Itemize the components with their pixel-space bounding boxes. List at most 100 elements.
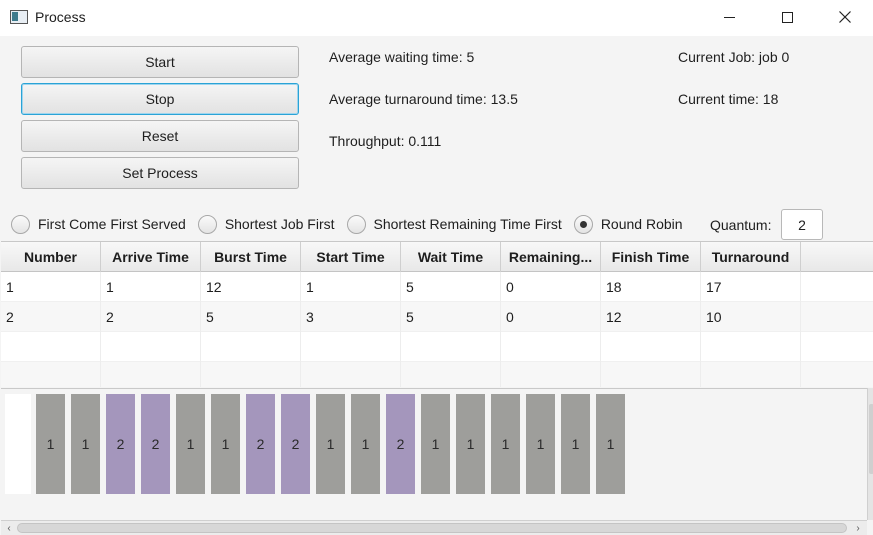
table-cell xyxy=(501,332,601,362)
radio-label: First Come First Served xyxy=(38,216,186,232)
radio-button-icon[interactable] xyxy=(346,214,366,234)
column-header[interactable]: Start Time xyxy=(301,242,401,272)
table-cell xyxy=(201,332,301,362)
set-process-button[interactable]: Set Process xyxy=(21,157,299,189)
table-cell xyxy=(801,332,873,362)
minimize-icon xyxy=(723,16,735,18)
gantt-block-process-1: 1 xyxy=(596,394,625,494)
table-cell: 5 xyxy=(401,272,501,302)
table-cell xyxy=(1,332,101,362)
table-cell: 1 xyxy=(301,272,401,302)
column-header[interactable]: Burst Time xyxy=(201,242,301,272)
horizontal-scrollbar[interactable]: ‹ › xyxy=(1,520,867,535)
current-time: Current time: 18 xyxy=(678,91,779,107)
table-row[interactable] xyxy=(1,362,873,387)
table-cell xyxy=(301,362,401,387)
column-header-filler xyxy=(801,242,873,272)
current-job: Current Job: job 0 xyxy=(678,49,790,65)
table-row[interactable]: 2 2 5 3 5 0 12 10 xyxy=(1,302,873,332)
average-turnaround-time: Average turnaround time: 13.5 xyxy=(329,91,518,107)
table-cell: 2 xyxy=(1,302,101,332)
column-header[interactable]: Number xyxy=(1,242,101,272)
table-row[interactable] xyxy=(1,332,873,362)
radio-button-selected-icon[interactable] xyxy=(573,214,593,234)
vertical-scrollbar[interactable] xyxy=(867,388,873,520)
table-cell xyxy=(601,332,701,362)
table-cell: 1 xyxy=(101,272,201,302)
gantt-chart: 11221122112111111 xyxy=(1,388,867,520)
table-cell xyxy=(1,362,101,387)
gantt-block-process-1: 1 xyxy=(526,394,555,494)
stop-button[interactable]: Stop xyxy=(21,83,299,115)
gantt-block-process-1: 1 xyxy=(351,394,380,494)
gantt-block-process-1: 1 xyxy=(421,394,450,494)
radio-sjf[interactable]: Shortest Job First xyxy=(197,214,335,234)
close-icon xyxy=(839,11,851,23)
table-cell: 18 xyxy=(601,272,701,302)
table-header: Number Arrive Time Burst Time Start Time Wai… xyxy=(1,242,873,272)
maximize-icon xyxy=(781,11,793,23)
minimize-button[interactable] xyxy=(700,0,758,34)
gantt-idle-slot xyxy=(5,394,31,494)
start-button[interactable]: Start xyxy=(21,46,299,78)
gantt-block-process-1: 1 xyxy=(561,394,590,494)
gantt-block-process-2: 2 xyxy=(246,394,275,494)
table-cell: 2 xyxy=(101,302,201,332)
table-cell: 5 xyxy=(201,302,301,332)
table-cell: 3 xyxy=(301,302,401,332)
table-cell: 0 xyxy=(501,272,601,302)
table-cell: 5 xyxy=(401,302,501,332)
average-waiting-time: Average waiting time: 5 xyxy=(329,49,475,65)
column-header[interactable]: Turnaround xyxy=(701,242,801,272)
throughput: Throughput: 0.111 xyxy=(329,133,442,149)
radio-button-icon[interactable] xyxy=(197,214,217,234)
radio-srtf[interactable]: Shortest Remaining Time First xyxy=(346,214,562,234)
table-cell xyxy=(801,362,873,387)
maximize-button[interactable] xyxy=(758,0,816,34)
gantt-block-process-2: 2 xyxy=(141,394,170,494)
close-button[interactable] xyxy=(816,0,873,34)
column-header[interactable]: Finish Time xyxy=(601,242,701,272)
gantt-block-process-1: 1 xyxy=(211,394,240,494)
table-cell xyxy=(301,332,401,362)
horizontal-scroll-thumb[interactable] xyxy=(17,523,847,533)
table-cell xyxy=(201,362,301,387)
table-body: 1 1 12 1 5 0 18 17 2 2 5 3 5 0 12 10 xyxy=(1,272,873,387)
algorithm-selector: First Come First Served Shortest Job Fir… xyxy=(11,208,695,240)
table-cell xyxy=(401,362,501,387)
gantt-block-process-2: 2 xyxy=(281,394,310,494)
gantt-blocks: 11221122112111111 xyxy=(36,394,631,494)
scroll-left-icon[interactable]: ‹ xyxy=(2,522,16,535)
reset-button[interactable]: Reset xyxy=(21,120,299,152)
radio-button-icon[interactable] xyxy=(11,214,30,234)
table-cell: 10 xyxy=(701,302,801,332)
gantt-block-process-1: 1 xyxy=(456,394,485,494)
table-cell xyxy=(801,272,873,302)
gantt-block-process-2: 2 xyxy=(106,394,135,494)
column-header[interactable]: Wait Time xyxy=(401,242,501,272)
table-cell: 1 xyxy=(1,272,101,302)
table-cell xyxy=(601,362,701,387)
table-cell xyxy=(101,332,201,362)
gantt-block-process-1: 1 xyxy=(316,394,345,494)
table-cell: 12 xyxy=(201,272,301,302)
gantt-block-process-1: 1 xyxy=(36,394,65,494)
vertical-scroll-thumb[interactable] xyxy=(869,404,873,474)
column-header[interactable]: Remaining... xyxy=(501,242,601,272)
table-row[interactable]: 1 1 12 1 5 0 18 17 xyxy=(1,272,873,302)
column-header[interactable]: Arrive Time xyxy=(101,242,201,272)
quantum-input[interactable] xyxy=(781,209,823,240)
table-cell xyxy=(801,302,873,332)
app-window-icon xyxy=(10,10,28,24)
table-cell xyxy=(501,362,601,387)
gantt-block-process-1: 1 xyxy=(491,394,520,494)
gantt-block-process-2: 2 xyxy=(386,394,415,494)
title-bar: Process xyxy=(0,0,873,36)
window-title: Process xyxy=(35,9,86,25)
process-table: Number Arrive Time Burst Time Start Time Wai… xyxy=(1,241,873,387)
table-cell xyxy=(101,362,201,387)
scroll-right-icon[interactable]: › xyxy=(851,522,865,535)
radio-round-robin[interactable]: Round Robin xyxy=(573,214,683,234)
table-cell xyxy=(401,332,501,362)
radio-fcfs[interactable]: First Come First Served xyxy=(11,214,186,234)
